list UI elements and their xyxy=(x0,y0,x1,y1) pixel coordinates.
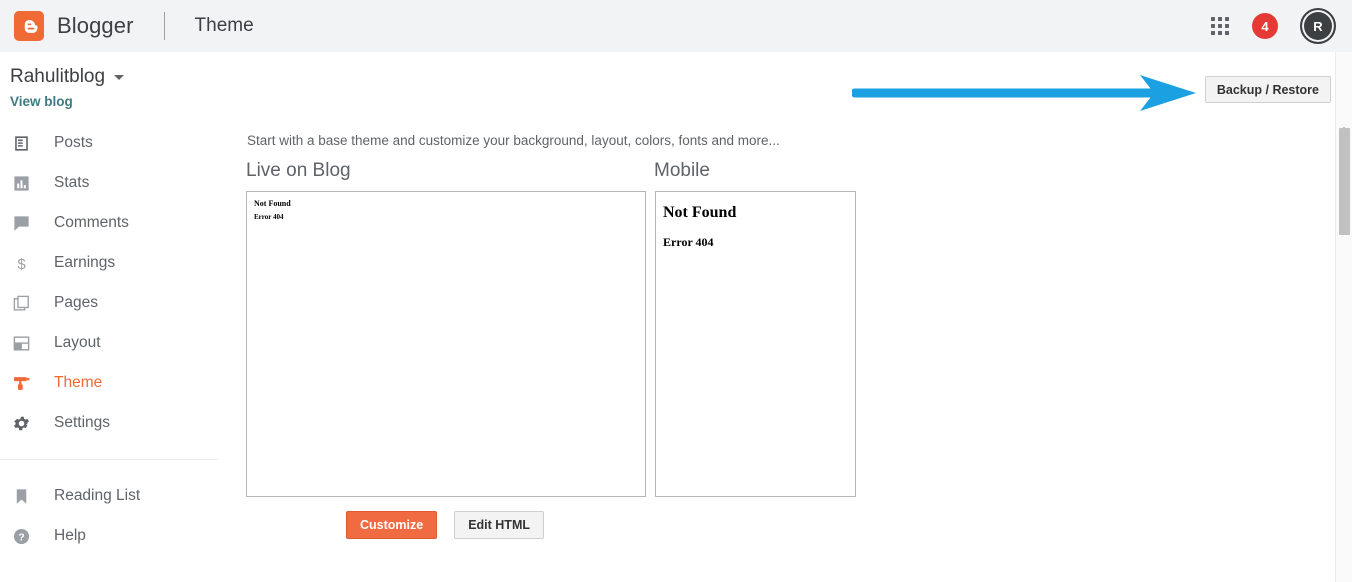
avatar[interactable]: R xyxy=(1300,8,1336,44)
earnings-icon: $ xyxy=(9,251,33,275)
sidebar-item-label: Settings xyxy=(54,414,111,431)
sidebar-item-settings[interactable]: Settings xyxy=(0,403,230,443)
preview-title: Not Found xyxy=(254,199,291,208)
blogger-theme-page: Blogger Theme 4 R Rahulitblog View blog … xyxy=(0,0,1352,582)
svg-text:$: $ xyxy=(17,256,26,273)
comments-icon xyxy=(9,211,33,235)
stats-icon xyxy=(9,171,33,195)
blog-name: Rahulitblog xyxy=(10,66,106,87)
sidebar-item-label: Pages xyxy=(54,294,98,311)
sidebar-item-comments[interactable]: Comments xyxy=(0,203,230,243)
posts-icon xyxy=(9,131,33,155)
sidebar-item-label: Reading List xyxy=(54,487,141,504)
preview-title: Not Found xyxy=(663,204,737,221)
page-title: Theme xyxy=(194,15,254,36)
mobile-preview[interactable]: Not Found Error 404 xyxy=(655,191,856,497)
pages-icon xyxy=(9,291,33,315)
blog-switcher[interactable]: Rahulitblog xyxy=(10,66,230,88)
live-on-blog-preview[interactable]: Not Found Error 404 xyxy=(246,191,646,497)
sidebar-item-help[interactable]: ? Help xyxy=(0,516,230,556)
brand-name: Blogger xyxy=(57,13,134,38)
edit-html-button[interactable]: Edit HTML xyxy=(454,511,544,539)
intro-text: Start with a base theme and customize yo… xyxy=(247,133,780,148)
sidebar: Rahulitblog View blog Posts Stats Commen… xyxy=(0,52,230,582)
blogger-logo-icon xyxy=(14,11,44,41)
sidebar-item-label: Comments xyxy=(54,214,129,231)
preview-subtitle: Error 404 xyxy=(663,235,714,249)
sidebar-item-theme[interactable]: Theme xyxy=(0,363,230,403)
bookmark-icon xyxy=(9,484,33,508)
view-blog-link[interactable]: View blog xyxy=(10,94,73,109)
backup-restore-button[interactable]: Backup / Restore xyxy=(1204,76,1331,103)
header-divider xyxy=(163,12,165,40)
sidebar-item-label: Theme xyxy=(54,374,103,391)
settings-gear-icon xyxy=(9,411,33,435)
theme-actions: Customize Edit HTML xyxy=(246,511,644,539)
sidebar-item-label: Layout xyxy=(54,334,101,351)
annotation-arrow-icon xyxy=(850,73,1197,111)
sidebar-item-label: Earnings xyxy=(54,254,116,271)
sidebar-item-label: Help xyxy=(54,527,86,544)
mobile-heading: Mobile xyxy=(654,160,710,181)
brand-home-link[interactable]: Blogger xyxy=(14,11,134,41)
layout-icon xyxy=(9,331,33,355)
sidebar-item-posts[interactable]: Posts xyxy=(0,123,230,163)
top-bar-actions: 4 R xyxy=(1210,0,1336,52)
sidebar-item-pages[interactable]: Pages xyxy=(0,283,230,323)
apps-grid-icon[interactable] xyxy=(1210,16,1230,36)
live-on-blog-heading: Live on Blog xyxy=(246,160,351,181)
chevron-down-icon xyxy=(114,74,125,80)
sidebar-nav: Posts Stats Comments $ Earnings Pages La… xyxy=(0,123,230,556)
sidebar-item-stats[interactable]: Stats xyxy=(0,163,230,203)
sidebar-item-label: Posts xyxy=(54,134,93,151)
sidebar-item-reading-list[interactable]: Reading List xyxy=(0,476,230,516)
sidebar-item-earnings[interactable]: $ Earnings xyxy=(0,243,230,283)
customize-button[interactable]: Customize xyxy=(346,511,438,539)
top-app-bar: Blogger Theme 4 R xyxy=(0,0,1352,52)
notifications-badge[interactable]: 4 xyxy=(1252,13,1278,39)
theme-icon xyxy=(9,371,33,395)
sidebar-item-layout[interactable]: Layout xyxy=(0,323,230,363)
scrollbar-thumb[interactable] xyxy=(1339,128,1350,235)
main-content: Backup / Restore Start with a base theme… xyxy=(230,52,1352,582)
svg-text:?: ? xyxy=(18,532,24,543)
sidebar-item-label: Stats xyxy=(54,174,90,191)
help-circle-icon: ? xyxy=(9,524,33,548)
vertical-scrollbar[interactable] xyxy=(1335,52,1352,582)
preview-subtitle: Error 404 xyxy=(254,213,284,221)
sidebar-divider xyxy=(0,459,218,460)
